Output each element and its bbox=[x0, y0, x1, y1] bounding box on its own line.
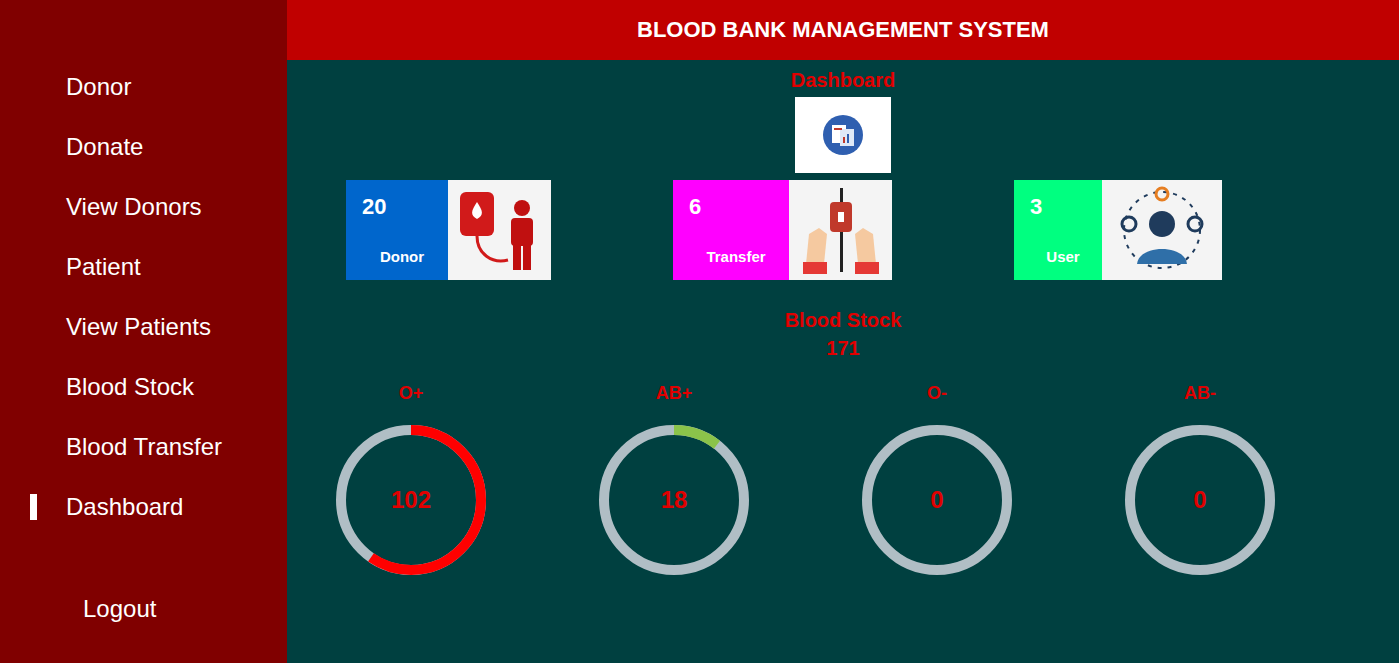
gauge-ring: 0 bbox=[862, 425, 1012, 575]
sidebar: Donor Donate View Donors Patient View Patien… bbox=[0, 0, 287, 663]
gauge-value: 102 bbox=[336, 425, 486, 575]
header: BLOOD BANK MANAGEMENT SYSTEM bbox=[287, 0, 1399, 60]
blood-stock-total: 171 bbox=[826, 336, 859, 360]
blood-gauge: O+ 102 bbox=[336, 382, 486, 575]
stat-count: 6 bbox=[689, 194, 783, 220]
stat-label: User bbox=[1046, 248, 1079, 266]
gauge-value: 0 bbox=[1125, 425, 1275, 575]
dashboard-image bbox=[795, 97, 891, 173]
sidebar-item[interactable]: Donor bbox=[0, 72, 287, 101]
logout-button[interactable]: Logout bbox=[0, 594, 287, 623]
sidebar-item[interactable]: Blood Stock bbox=[0, 372, 287, 401]
app: Donor Donate View Donors Patient View Patien… bbox=[0, 0, 1399, 663]
gauge-value: 18 bbox=[599, 425, 749, 575]
stat-count: 3 bbox=[1030, 194, 1096, 220]
blood-gauge: AB+ 18 bbox=[599, 382, 749, 575]
stat-card[interactable]: 3 User bbox=[1014, 180, 1222, 280]
blood-group-label: AB+ bbox=[656, 382, 693, 404]
active-indicator bbox=[30, 494, 37, 520]
stat-card-info: 3 User bbox=[1014, 180, 1102, 280]
blood-gauge: O- 0 bbox=[862, 382, 1012, 575]
sidebar-menu: Donor Donate View Donors Patient View Patien… bbox=[0, 72, 287, 521]
stat-label: Donor bbox=[380, 248, 424, 266]
dashboard-icon bbox=[821, 113, 865, 157]
stat-card-image bbox=[448, 180, 551, 280]
gauge-ring: 0 bbox=[1125, 425, 1275, 575]
blood-group-label: AB- bbox=[1184, 382, 1216, 404]
active-indicator bbox=[30, 434, 37, 460]
blood-gauge: AB- 0 bbox=[1125, 382, 1275, 575]
blood-group-label: O+ bbox=[399, 382, 424, 404]
sidebar-item[interactable]: Dashboard bbox=[0, 492, 287, 521]
stat-card[interactable]: 20 Donor bbox=[346, 180, 551, 280]
main: BLOOD BANK MANAGEMENT SYSTEMDashboard20D… bbox=[287, 0, 1399, 663]
gauge-value: 0 bbox=[862, 425, 1012, 575]
active-indicator bbox=[30, 74, 37, 100]
stat-card[interactable]: 6 Transfer bbox=[673, 180, 892, 280]
stat-cards: 20 Donor 6 Transfer 3 User bbox=[287, 180, 1399, 280]
stat-label: Transfer bbox=[706, 248, 765, 266]
blood-donor-icon bbox=[452, 184, 548, 276]
sidebar-item[interactable]: Blood Transfer bbox=[0, 432, 287, 461]
gauge-ring: 102 bbox=[336, 425, 486, 575]
blood-stock-title: Blood Stock bbox=[785, 308, 902, 332]
sidebar-item[interactable]: View Donors bbox=[0, 192, 287, 221]
stat-count: 20 bbox=[362, 194, 442, 220]
blood-transfer-icon bbox=[793, 184, 889, 276]
sidebar-item[interactable]: Patient bbox=[0, 252, 287, 281]
sidebar-item[interactable]: Donate bbox=[0, 132, 287, 161]
active-indicator bbox=[30, 194, 37, 220]
active-indicator bbox=[30, 254, 37, 280]
active-indicator bbox=[30, 374, 37, 400]
stat-card-image bbox=[1102, 180, 1222, 280]
stat-card-info: 6 Transfer bbox=[673, 180, 789, 280]
dashboard: Dashboard 20 Donor 6 Transfer 3 User Blood Stoc… bbox=[287, 60, 1399, 575]
user-icon bbox=[1107, 184, 1217, 276]
dashboard-title: Dashboard bbox=[791, 68, 895, 92]
sidebar-item[interactable]: View Patients bbox=[0, 312, 287, 341]
active-indicator bbox=[30, 314, 37, 340]
gauge-ring: 18 bbox=[599, 425, 749, 575]
blood-gauges: O+ 102 AB+ 18 O- 0 AB- 0 bbox=[287, 382, 1399, 575]
blood-group-label: O- bbox=[927, 382, 947, 404]
stat-card-info: 20 Donor bbox=[346, 180, 448, 280]
active-indicator bbox=[30, 134, 37, 160]
stat-card-image bbox=[789, 180, 892, 280]
